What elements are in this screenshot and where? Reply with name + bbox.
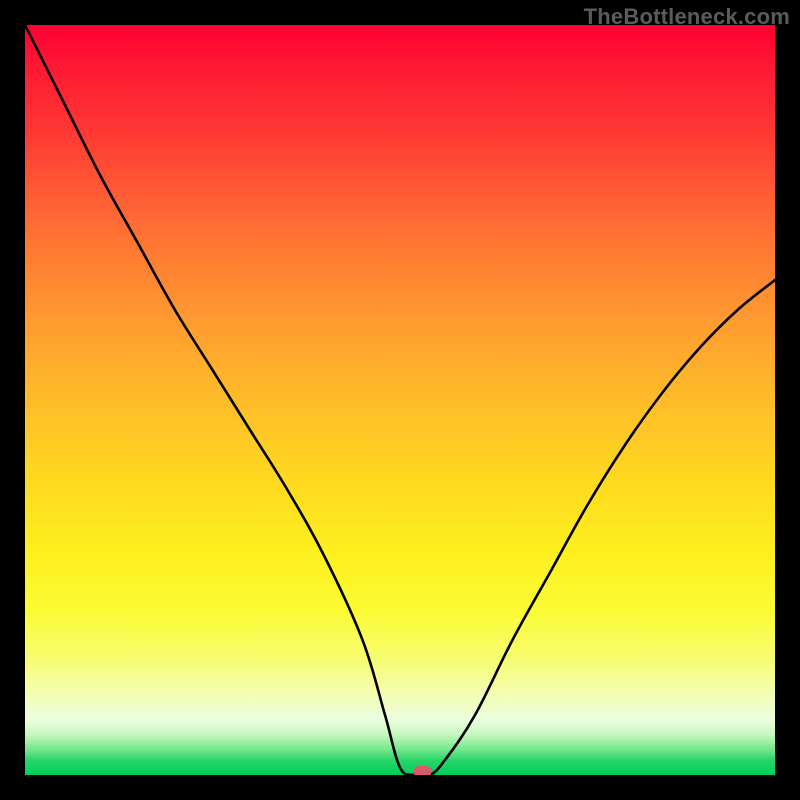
chart-frame: TheBottleneck.com bbox=[0, 0, 800, 800]
curve-svg bbox=[25, 25, 775, 775]
plot-area bbox=[25, 25, 775, 775]
bottleneck-curve bbox=[25, 25, 775, 775]
minimum-marker bbox=[414, 766, 432, 775]
